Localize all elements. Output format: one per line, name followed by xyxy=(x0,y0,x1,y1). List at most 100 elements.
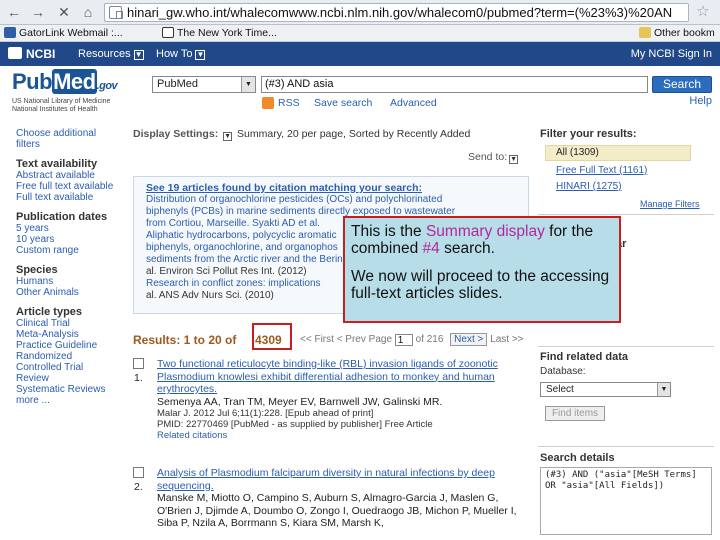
filter-other-animals[interactable]: Other Animals xyxy=(16,287,120,298)
result-authors: Semenya AA, Tran TM, Meyer EV, Barnwell … xyxy=(157,395,443,408)
browser-toolbar: ← → ✕ ⌂ hinari_gw.who.int/whalecomwww.nc… xyxy=(0,0,720,25)
address-bar[interactable]: hinari_gw.who.int/whalecomwww.ncbi.nlm.n… xyxy=(104,3,689,22)
manage-filters-link[interactable]: Manage Filters xyxy=(640,199,700,209)
address-bar-url: hinari_gw.who.int/whalecomwww.ncbi.nlm.n… xyxy=(127,5,673,20)
database-dropdown[interactable]: PubMed ▼ xyxy=(152,76,256,93)
callout-highlight: Summary display xyxy=(425,223,545,240)
advanced-link[interactable]: Advanced xyxy=(390,97,437,109)
result-title[interactable]: Two functional reticulocyte binding-like… xyxy=(157,358,529,396)
filter-abstract[interactable]: Abstract available xyxy=(16,170,120,181)
search-button[interactable]: Search xyxy=(652,76,712,93)
next-page-button[interactable]: Next > xyxy=(450,333,488,346)
citation-match-heading[interactable]: See 19 articles found by citation matchi… xyxy=(134,177,528,194)
ncbi-bar: NCBI Resources ▼ How To ▼ My NCBI Sign In xyxy=(0,42,720,66)
filter-free-full-text[interactable]: Free full text available xyxy=(16,181,120,192)
help-link[interactable]: Help xyxy=(689,95,712,107)
divider xyxy=(538,446,714,447)
gatorlink-icon xyxy=(4,27,16,38)
filter-tab-hinari[interactable]: HINARI (1275) xyxy=(556,181,622,192)
callout-highlight: #4 xyxy=(422,240,440,257)
logo-med: Med xyxy=(52,69,97,94)
home-icon[interactable]: ⌂ xyxy=(80,4,96,20)
divider xyxy=(538,346,714,347)
related-database-select[interactable]: Select ▼ xyxy=(540,382,671,397)
rss-link[interactable]: RSS xyxy=(278,97,300,109)
result-source: Malar J. 2012 Jul 6;11(1):228. [Epub ahe… xyxy=(157,408,374,419)
pubmed-logo[interactable]: PubMed.gov US National Library of Medici… xyxy=(12,69,118,114)
org-line: US National Library of Medicine xyxy=(12,98,111,105)
search-input[interactable]: (#3) AND asia xyxy=(261,76,648,93)
back-arrow-icon[interactable]: ← xyxy=(6,4,22,20)
page-of-label: of 216 xyxy=(415,334,444,345)
resources-menu[interactable]: Resources ▼ xyxy=(78,47,144,61)
related-citations-link[interactable]: Related citations xyxy=(157,430,529,441)
rss-icon[interactable] xyxy=(262,97,274,109)
prev-page-link[interactable]: < Prev xyxy=(337,334,366,345)
result-title[interactable]: Analysis of Plasmodium falciparum divers… xyxy=(157,467,529,492)
result-checkbox[interactable] xyxy=(133,358,144,369)
first-page-link[interactable]: << First xyxy=(300,334,334,345)
chevron-down-icon: ▼ xyxy=(509,155,519,164)
choose-filters-link[interactable]: Choose additional filters xyxy=(16,128,120,150)
bookmark-star-icon[interactable]: ☆ xyxy=(694,3,712,21)
chevron-down-icon: ▼ xyxy=(657,383,670,396)
save-search-link[interactable]: Save search xyxy=(314,97,372,109)
bookmark-label: Other bookm xyxy=(654,27,715,39)
text-availability-heading: Text availability xyxy=(16,158,98,170)
callout-text-2: We now will proceed to the accessing ful… xyxy=(351,268,610,302)
search-details-textarea[interactable]: (#3) AND ("asia"[MeSH Terms] OR "asia"[A… xyxy=(540,467,712,535)
publication-dates-heading: Publication dates xyxy=(16,211,108,223)
filter-clinical-trial[interactable]: Clinical Trial xyxy=(16,318,120,329)
results-count-highlight xyxy=(252,323,292,350)
filter-10-years[interactable]: 10 years xyxy=(16,234,120,245)
callout-text: search. xyxy=(439,240,495,257)
filter-custom-range[interactable]: Custom range xyxy=(16,245,120,256)
bookmarks-bar: GatorLink Webmail :... The New York Time… xyxy=(0,25,720,42)
left-filters: Choose additional filters Text availabil… xyxy=(16,128,120,406)
related-database-value: Select xyxy=(546,384,574,395)
divider xyxy=(538,214,714,215)
filter-practice-guideline[interactable]: Practice Guideline xyxy=(16,340,120,351)
page-number-input[interactable]: 1 xyxy=(394,334,413,346)
filter-humans[interactable]: Humans xyxy=(16,276,120,287)
result-number: 2. xyxy=(134,481,143,493)
ncbi-logo-icon xyxy=(8,47,22,59)
resources-label: Resources xyxy=(78,48,131,60)
bookmark-label: GatorLink Webmail :... xyxy=(19,27,123,39)
chevron-down-icon: ▼ xyxy=(133,50,144,60)
send-to-menu[interactable]: Send to: ▼ xyxy=(468,151,520,164)
logo-gov: .gov xyxy=(96,80,118,92)
filter-results-heading: Filter your results: xyxy=(540,128,637,140)
ncbi-logo-text: NCBI xyxy=(26,47,56,61)
howto-menu[interactable]: How To ▼ xyxy=(156,47,206,61)
filter-tab-free-full-text[interactable]: Free Full Text (1161) xyxy=(556,165,647,176)
bookmark-gatorlink[interactable]: GatorLink Webmail :... xyxy=(4,25,123,41)
last-page-link[interactable]: Last >> xyxy=(490,334,523,345)
filter-meta-analysis[interactable]: Meta-Analysis xyxy=(16,329,120,340)
page-icon xyxy=(109,6,123,19)
filter-systematic-reviews[interactable]: Systematic Reviews xyxy=(16,384,120,395)
citation-line[interactable]: Distribution of organochlorine pesticide… xyxy=(134,194,528,206)
find-related-data-heading: Find related data xyxy=(540,351,629,363)
filter-5-years[interactable]: 5 years xyxy=(16,223,120,234)
bookmark-other[interactable]: Other bookm xyxy=(639,25,715,41)
bookmark-label: The New York Time... xyxy=(177,27,277,39)
filter-tab-all[interactable]: All (1309) xyxy=(545,145,691,161)
forward-arrow-icon[interactable]: → xyxy=(30,4,46,20)
folder-icon xyxy=(639,27,651,38)
result-item: 2. Analysis of Plasmodium falciparum div… xyxy=(133,467,529,540)
pager: << First < Prev Page 1 of 216 Next > Las… xyxy=(300,333,524,346)
filter-full-text[interactable]: Full text available xyxy=(16,192,120,203)
my-ncbi-sign-in[interactable]: My NCBI Sign In xyxy=(631,47,712,61)
result-authors: Manske M, Miotto O, Campino S, Auburn S,… xyxy=(157,492,517,529)
stop-icon[interactable]: ✕ xyxy=(56,4,72,20)
result-checkbox[interactable] xyxy=(133,467,144,478)
display-settings[interactable]: Display Settings: ▼ Summary, 20 per page… xyxy=(133,128,470,141)
filter-rct[interactable]: Randomized Controlled Trial xyxy=(16,351,120,373)
filter-more[interactable]: more ... xyxy=(16,395,120,406)
filter-review[interactable]: Review xyxy=(16,373,120,384)
ncbi-logo[interactable]: NCBI xyxy=(8,46,55,62)
bookmark-nytimes[interactable]: The New York Time... xyxy=(162,25,277,41)
page-label: Page xyxy=(368,334,393,345)
find-items-button[interactable]: Find items xyxy=(545,406,605,421)
